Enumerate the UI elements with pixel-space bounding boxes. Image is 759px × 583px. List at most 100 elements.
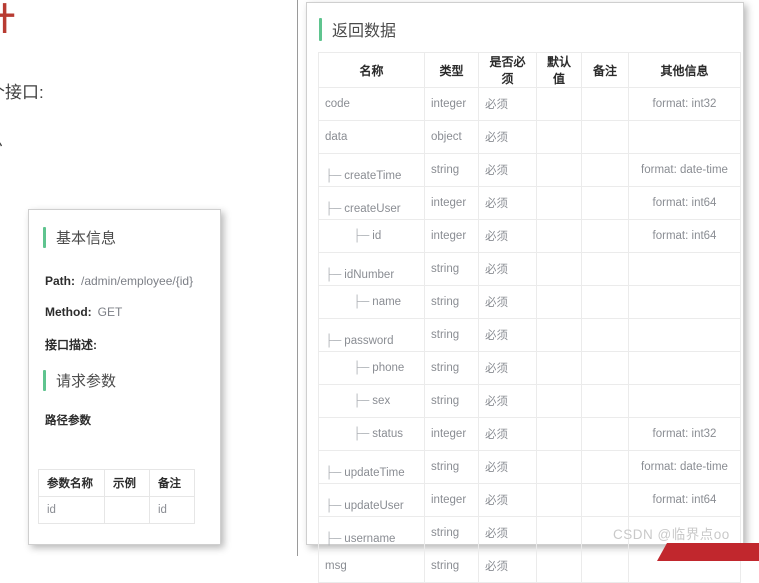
- field-description-key: 接口描述:: [45, 338, 97, 352]
- return-cell-name: code: [318, 87, 425, 121]
- table-row: ├─ id integer 必须 format: int64: [318, 219, 741, 253]
- return-cell-name: ├─ createUser: [318, 186, 425, 220]
- return-cell-remark: [581, 450, 629, 484]
- return-cell-type: string: [424, 285, 479, 319]
- request-params-title-label: 请求参数: [56, 373, 117, 390]
- param-cell-demo: [104, 496, 150, 524]
- return-cell-required: 必须: [478, 87, 537, 121]
- return-cell-type: string: [424, 318, 479, 352]
- return-cell-type: integer: [424, 483, 479, 517]
- tree-branch-icon: ├─: [325, 500, 342, 512]
- table-row: ├─ createTime string 必须 format: date-time: [318, 153, 741, 187]
- return-cell-name: ├─ sex: [318, 384, 425, 418]
- tree-branch-icon: ├─: [325, 335, 342, 347]
- return-cell-name: ├─ username: [318, 516, 425, 550]
- param-col-demo: 示例: [104, 469, 150, 497]
- table-header-row: 名称 类型 是否必须 默认值 备注 其他信息: [318, 52, 741, 88]
- field-method-value: GET: [97, 305, 123, 319]
- table-row: ├─ name string 必须: [318, 285, 741, 319]
- return-cell-name: ├─ password: [318, 318, 425, 352]
- return-col-remark: 备注: [581, 52, 629, 88]
- return-cell-extra: [628, 120, 741, 154]
- field-description: 接口描述:: [45, 336, 220, 353]
- return-cell-required: 必须: [478, 417, 537, 451]
- clipped-body-line-2: 息: [0, 126, 3, 151]
- return-cell-type: string: [424, 351, 479, 385]
- return-cell-extra: [628, 318, 741, 352]
- return-cell-extra: [628, 252, 741, 286]
- return-cell-remark: [581, 219, 629, 253]
- return-cell-default: [536, 417, 582, 451]
- return-cell-type: string: [424, 384, 479, 418]
- return-cell-remark: [581, 384, 629, 418]
- return-cell-required: 必须: [478, 186, 537, 220]
- field-method: Method: GET: [45, 305, 220, 319]
- return-cell-name: ├─ name: [318, 285, 425, 319]
- field-path: Path: /admin/employee/{id}: [45, 274, 220, 288]
- return-cell-name: ├─ id: [318, 219, 425, 253]
- return-cell-default: [536, 483, 582, 517]
- tree-branch-icon: ├─: [325, 203, 342, 215]
- tree-branch-icon: ├─: [353, 230, 370, 242]
- tree-branch-icon: ├─: [325, 467, 342, 479]
- tree-branch-icon: ├─: [325, 170, 342, 182]
- table-row: ├─ idNumber string 必须: [318, 252, 741, 286]
- return-cell-default: [536, 186, 582, 220]
- return-col-name: 名称: [318, 52, 425, 88]
- return-data-title-label: 返回数据: [332, 23, 397, 40]
- return-cell-name: msg: [318, 549, 425, 583]
- csdn-watermark: CSDN @临界点oo: [613, 527, 730, 542]
- return-cell-remark: [581, 417, 629, 451]
- return-cell-default: [536, 318, 582, 352]
- return-cell-remark: [581, 285, 629, 319]
- tree-branch-icon: ├─: [353, 296, 370, 308]
- table-row: ├─ status integer 必须 format: int32: [318, 417, 741, 451]
- tree-branch-icon: ├─: [353, 362, 370, 374]
- return-cell-default: [536, 87, 582, 121]
- return-cell-type: integer: [424, 87, 479, 121]
- return-cell-default: [536, 120, 582, 154]
- return-cell-type: string: [424, 516, 479, 550]
- table-row: ├─ phone string 必须: [318, 351, 741, 385]
- return-cell-default: [536, 516, 582, 550]
- return-col-extra: 其他信息: [628, 52, 741, 88]
- basic-info-title: 基本信息: [43, 227, 220, 248]
- param-col-name: 参数名称: [38, 469, 105, 497]
- return-cell-required: 必须: [478, 351, 537, 385]
- return-cell-name: ├─ createTime: [318, 153, 425, 187]
- return-cell-type: string: [424, 450, 479, 484]
- return-cell-name: ├─ updateTime: [318, 450, 425, 484]
- accent-bar-icon: [43, 227, 46, 248]
- return-data-title: 返回数据: [319, 17, 743, 41]
- return-col-required: 是否必须: [478, 52, 537, 88]
- param-cell-name: id: [38, 496, 105, 524]
- tree-branch-icon: ├─: [325, 533, 342, 545]
- table-row: id id: [38, 496, 195, 524]
- return-cell-remark: [581, 120, 629, 154]
- return-cell-default: [536, 252, 582, 286]
- return-cell-type: string: [424, 549, 479, 583]
- accent-bar-icon: [43, 370, 46, 391]
- return-cell-extra: [628, 351, 741, 385]
- path-params-table: 参数名称 示例 备注 id id: [38, 469, 195, 524]
- return-cell-extra: format: date-time: [628, 153, 741, 187]
- return-cell-remark: [581, 153, 629, 187]
- return-col-default: 默认值: [536, 52, 582, 88]
- return-cell-default: [536, 549, 582, 583]
- return-cell-required: 必须: [478, 252, 537, 286]
- return-cell-required: 必须: [478, 318, 537, 352]
- return-cell-name: ├─ phone: [318, 351, 425, 385]
- return-cell-type: string: [424, 153, 479, 187]
- return-cell-remark: [581, 252, 629, 286]
- clipped-body-line-1: 个接口:: [0, 83, 44, 102]
- return-cell-type: string: [424, 252, 479, 286]
- return-cell-name: ├─ idNumber: [318, 252, 425, 286]
- param-cell-note: id: [149, 496, 195, 524]
- page-divider: [297, 0, 298, 556]
- return-cell-default: [536, 285, 582, 319]
- basic-info-title-label: 基本信息: [56, 230, 117, 247]
- return-cell-type: integer: [424, 219, 479, 253]
- bottom-red-ribbon: [657, 543, 759, 561]
- return-cell-extra: format: int64: [628, 483, 741, 517]
- return-cell-name: data: [318, 120, 425, 154]
